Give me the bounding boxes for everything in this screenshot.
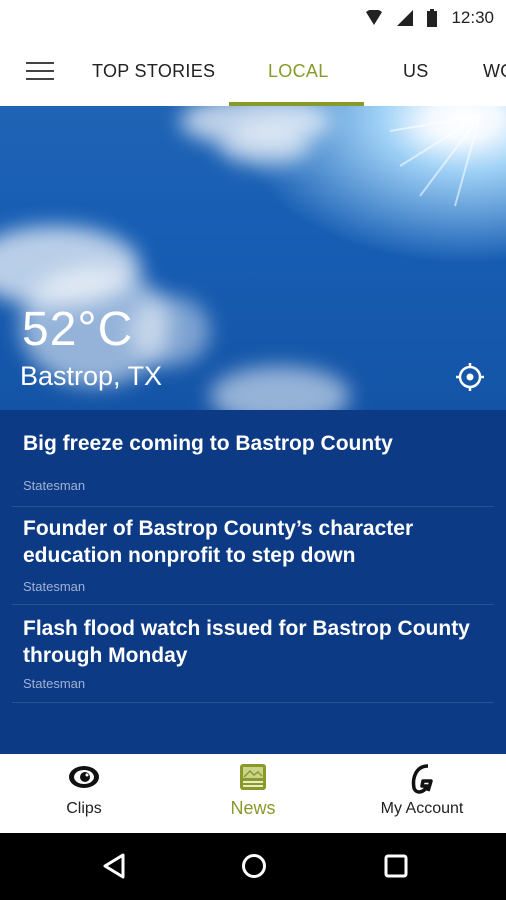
tab-local[interactable]: LOCAL (268, 36, 329, 106)
news-item[interactable]: Founder of Bastrop County’s character ed… (12, 507, 494, 605)
system-nav-bar (0, 833, 506, 900)
tab-top-stories[interactable]: TOP STORIES (92, 36, 215, 106)
status-time: 12:30 (451, 8, 494, 27)
news-headline: Founder of Bastrop County’s character ed… (23, 517, 414, 567)
news-source: Statesman (23, 579, 86, 594)
account-icon (411, 764, 433, 794)
tab-us[interactable]: US (403, 36, 429, 106)
news-item[interactable]: Big freeze coming to Bastrop County Stat… (12, 420, 494, 507)
weather-hero: 52°C Bastrop, TX (0, 106, 506, 410)
home-icon[interactable] (239, 851, 269, 881)
tab-world[interactable]: WO (483, 36, 506, 106)
news-list: Big freeze coming to Bastrop County Stat… (0, 410, 506, 754)
news-source: Statesman (23, 676, 86, 691)
battery-icon (427, 9, 438, 27)
nav-clips-label: Clips (66, 800, 102, 817)
my-location-icon[interactable] (455, 362, 485, 392)
news-headline: Big freeze coming to Bastrop County (23, 432, 393, 455)
eye-icon (69, 766, 99, 788)
nav-news-label: News (230, 798, 276, 818)
temperature: 52°C (22, 303, 134, 356)
news-headline: Flash flood watch issued for Bastrop Cou… (23, 617, 470, 667)
back-icon[interactable] (99, 851, 129, 881)
recents-icon[interactable] (381, 851, 411, 881)
bottom-nav: Clips News My Account (0, 754, 506, 833)
nav-my-account[interactable]: My Account (338, 754, 506, 833)
nav-clips[interactable]: Clips (0, 754, 168, 833)
wifi-icon (366, 10, 383, 25)
location-name: Bastrop, TX (20, 361, 163, 391)
nav-news[interactable]: News (169, 754, 337, 833)
news-icon (240, 764, 266, 790)
news-item[interactable]: Flash flood watch issued for Bastrop Cou… (12, 605, 494, 703)
signal-icon (397, 10, 414, 26)
hamburger-menu-icon[interactable] (26, 62, 54, 82)
status-bar: 12:30 (0, 0, 506, 36)
top-nav: TOP STORIES LOCAL US WO (0, 36, 506, 106)
nav-my-account-label: My Account (380, 800, 464, 817)
news-source: Statesman (23, 478, 86, 493)
